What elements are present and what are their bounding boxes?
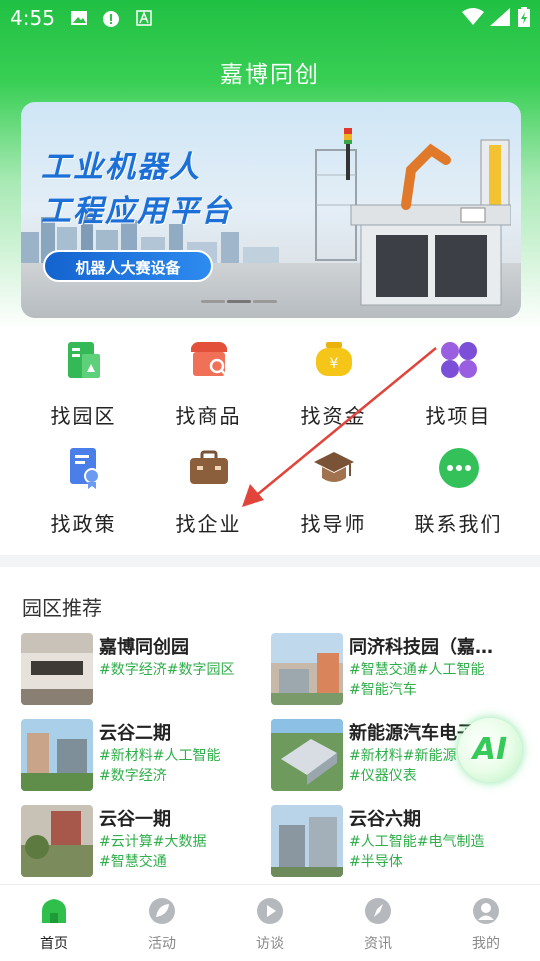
- svg-text:¥: ¥: [330, 356, 339, 372]
- park-tags: #数字经济#数字园区: [99, 662, 235, 678]
- policy-doc-icon: [70, 448, 100, 489]
- leaf-icon: [149, 898, 175, 924]
- quick-link-label: 找项目: [425, 404, 492, 428]
- park-tags: #云计算#大数据: [99, 834, 207, 850]
- quick-link-label: 找资金: [300, 404, 367, 428]
- image-notification-icon: [71, 11, 87, 25]
- park-tags: #数字经济: [99, 768, 167, 784]
- home-icon: [42, 899, 66, 923]
- briefcase-icon: [190, 450, 228, 484]
- tab-label: 访谈: [256, 936, 284, 952]
- park-name: 同济科技园（嘉…: [349, 637, 493, 658]
- quick-link-label: 找企业: [175, 512, 242, 536]
- graduation-cap-icon: [314, 452, 354, 482]
- quick-links-grid: 找园区 找商品 ¥ 找资金 找项目 找政策 找企业 找导师 联系我们: [0, 330, 540, 550]
- quick-link-enterprise[interactable]: 找企业: [146, 438, 271, 538]
- tab-label: 首页: [40, 936, 68, 952]
- park-section-title: 园区推荐: [22, 596, 102, 620]
- park-thumbnail: [21, 805, 93, 877]
- font-notification-icon: [136, 10, 152, 26]
- park-tags: #人工智能#电气制造: [349, 834, 485, 850]
- tab-news[interactable]: 资讯: [324, 885, 432, 961]
- quick-link-label: 找园区: [50, 404, 117, 428]
- battery-icon: [518, 7, 530, 27]
- park-card[interactable]: 同济科技园（嘉… #智慧交通#人工智能 #智能汽车: [271, 633, 521, 709]
- play-icon: [257, 898, 283, 924]
- banner-headline-1: 工业机器人: [41, 150, 201, 185]
- banner-indicator-active: [227, 300, 251, 303]
- tab-activities[interactable]: 活动: [108, 885, 216, 961]
- quick-link-contact[interactable]: 联系我们: [396, 438, 521, 538]
- park-thumbnail: [21, 719, 93, 791]
- ai-assistant-button[interactable]: AI: [458, 718, 522, 782]
- tab-label: 活动: [148, 936, 176, 952]
- ai-button-label: AI: [472, 732, 508, 767]
- quick-link-park[interactable]: 找园区: [21, 330, 146, 430]
- park-card[interactable]: 嘉博同创园 #数字经济#数字园区: [21, 633, 271, 709]
- park-thumbnail: [271, 805, 343, 877]
- compass-icon: [365, 898, 391, 924]
- user-icon: [473, 898, 499, 924]
- app-title: 嘉博同创: [220, 62, 320, 88]
- park-card[interactable]: 云谷一期 #云计算#大数据 #智慧交通: [21, 805, 271, 881]
- quick-link-goods[interactable]: 找商品: [146, 330, 271, 430]
- signal-icon: [490, 8, 510, 26]
- tab-label: 资讯: [364, 936, 392, 952]
- wifi-icon: [462, 8, 484, 25]
- money-bag-icon: ¥: [316, 342, 352, 376]
- quick-link-funding[interactable]: ¥ 找资金: [271, 330, 396, 430]
- tab-interviews[interactable]: 访谈: [216, 885, 324, 961]
- tab-label: 我的: [472, 936, 500, 952]
- park-name: 云谷六期: [349, 809, 421, 830]
- quick-link-label: 找商品: [175, 404, 242, 428]
- park-card[interactable]: 云谷六期 #人工智能#电气制造 #半导体: [271, 805, 521, 881]
- park-tags: #智能汽车: [349, 682, 417, 698]
- shop-icon: [191, 342, 227, 376]
- quick-link-label: 找政策: [50, 512, 117, 536]
- promo-banner[interactable]: 工业机器人 工程应用平台 机器人大赛设备: [21, 102, 521, 318]
- alert-notification-icon: [103, 11, 119, 27]
- quick-link-project[interactable]: 找项目: [396, 330, 521, 430]
- bottom-tab-bar: 首页 活动 访谈 资讯 我的: [0, 884, 540, 960]
- park-name: 云谷二期: [99, 723, 171, 744]
- quick-link-label: 找导师: [300, 512, 367, 536]
- clover-icon: [441, 342, 477, 378]
- quick-link-label: 联系我们: [414, 512, 503, 536]
- park-thumbnail: [271, 719, 343, 791]
- tab-profile[interactable]: 我的: [432, 885, 540, 961]
- park-tags: #新材料#人工智能: [99, 748, 221, 764]
- tab-home[interactable]: 首页: [0, 885, 108, 961]
- chat-bubble-icon: [439, 448, 479, 488]
- banner-cta-button[interactable]: 机器人大赛设备: [43, 250, 213, 282]
- park-tags: #半导体: [349, 854, 403, 870]
- robot-workstation-image: [315, 128, 511, 306]
- park-card[interactable]: 云谷二期 #新材料#人工智能 #数字经济: [21, 719, 271, 795]
- building-icon: [68, 342, 100, 378]
- banner-headline-2: 工程应用平台: [41, 194, 233, 229]
- banner-indicator: [201, 300, 225, 303]
- park-name: 嘉博同创园: [99, 637, 189, 658]
- park-tags: #智慧交通#人工智能: [349, 662, 485, 678]
- park-tags: #智慧交通: [99, 854, 167, 870]
- park-thumbnail: [271, 633, 343, 705]
- quick-link-mentor[interactable]: 找导师: [271, 438, 396, 538]
- banner-indicator: [253, 300, 277, 303]
- section-divider: [0, 555, 540, 567]
- park-thumbnail: [21, 633, 93, 705]
- status-bar: 4:55: [0, 0, 540, 36]
- quick-link-policy[interactable]: 找政策: [21, 438, 146, 538]
- status-time: 4:55: [10, 6, 55, 30]
- park-name: 云谷一期: [99, 809, 171, 830]
